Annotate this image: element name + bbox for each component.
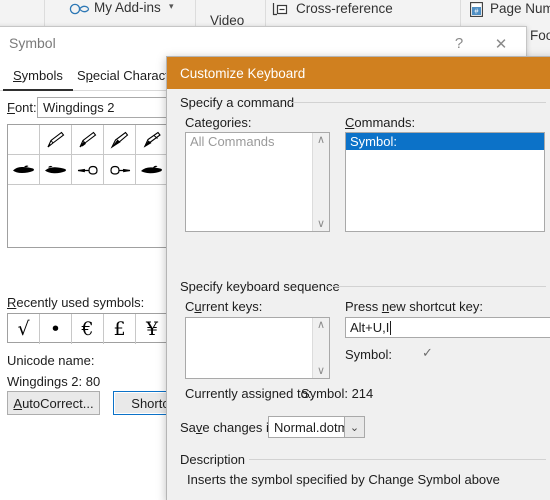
symbol-grid[interactable] bbox=[7, 124, 328, 248]
pen-icon bbox=[110, 131, 128, 149]
unicode-name-value: Wingdings 2: 80 bbox=[7, 374, 101, 389]
commands-listbox[interactable]: Symbol: bbox=[345, 132, 545, 232]
customize-keyboard-title: Customize Keyboard bbox=[180, 65, 306, 81]
ribbon-item-label: Cross-reference bbox=[296, 1, 393, 16]
ribbon-item-label: My Add-ins bbox=[94, 0, 161, 15]
current-keys-scrollbar[interactable]: ∧ ∨ bbox=[312, 318, 329, 378]
font-value: Wingdings 2 bbox=[43, 100, 115, 115]
unicode-name-label: Unicode name: bbox=[7, 353, 95, 368]
svg-text:#: # bbox=[475, 9, 479, 16]
symbol-cell-pencil-4[interactable] bbox=[136, 125, 168, 155]
commands-label: Commands: bbox=[345, 115, 416, 130]
specify-command-group-label: Specify a command bbox=[180, 95, 301, 110]
tab-symbols[interactable]: Symbols bbox=[3, 61, 73, 91]
hand-pointing-icon bbox=[141, 165, 162, 173]
press-new-shortcut-label: Press new shortcut key: bbox=[345, 299, 484, 314]
font-row: Font: bbox=[7, 100, 37, 115]
save-changes-value: Normal.dotm bbox=[274, 419, 349, 435]
hand-pointing-right-icon bbox=[44, 165, 66, 173]
scroll-down-icon[interactable]: ∨ bbox=[317, 217, 325, 231]
group-divider bbox=[291, 102, 546, 103]
autocorrect-button[interactable]: AutoCorrect... bbox=[7, 391, 100, 415]
ribbon-item-cross-reference[interactable]: Cross-reference bbox=[272, 1, 452, 21]
font-label: Font: bbox=[7, 100, 37, 115]
ribbon-item-footer[interactable]: Foo bbox=[530, 28, 550, 43]
save-changes-label: Save changes in: bbox=[180, 420, 280, 435]
scroll-up-icon[interactable]: ∧ bbox=[317, 133, 325, 147]
categories-scrollbar[interactable]: ∧ ∨ bbox=[312, 133, 329, 231]
ribbon-item-page-number[interactable]: # Page Numb bbox=[470, 1, 550, 21]
scroll-up-icon[interactable]: ∧ bbox=[317, 318, 325, 332]
press-new-shortcut-input[interactable]: Alt+U,I bbox=[345, 317, 550, 338]
chevron-down-icon[interactable]: ⌄ bbox=[344, 417, 364, 437]
ribbon-item-label: Foo bbox=[530, 28, 550, 43]
symbol-dialog-title: Symbol bbox=[9, 35, 56, 51]
specify-sequence-group-label: Specify keyboard sequence bbox=[180, 279, 346, 294]
recent-symbol-bullet[interactable]: • bbox=[40, 314, 72, 344]
ribbon-item-my-add-ins[interactable]: My Add-ins ▾ bbox=[47, 0, 187, 20]
recent-symbol-yen[interactable]: ¥ bbox=[136, 314, 168, 344]
font-select[interactable]: Wingdings 2 bbox=[37, 97, 167, 118]
recent-symbol-euro[interactable]: € bbox=[72, 314, 104, 344]
customize-keyboard-dialog: Customize Keyboard Specify a command Cat… bbox=[166, 56, 550, 500]
press-new-shortcut-value: Alt+U,I bbox=[350, 320, 390, 335]
symbol-cell-empty[interactable] bbox=[8, 125, 40, 155]
scroll-down-icon[interactable]: ∨ bbox=[317, 364, 325, 378]
save-changes-select[interactable]: Normal.dotm ⌄ bbox=[268, 416, 365, 438]
symbol-cell-pencil-2[interactable] bbox=[72, 125, 104, 155]
symbol-cell-hand-right-outline[interactable] bbox=[104, 155, 136, 185]
categories-listbox[interactable]: All Commands ∧ ∨ bbox=[185, 132, 330, 232]
symbol-preview-label: Symbol: bbox=[345, 347, 392, 362]
ribbon-item-label: Page Numb bbox=[490, 1, 550, 16]
screen: My Add-ins ▾ Video Cross-reference # Pag… bbox=[0, 0, 550, 500]
currently-assigned-value: Symbol: 214 bbox=[301, 386, 374, 401]
symbol-cell-hand-point-solid[interactable] bbox=[136, 155, 168, 185]
symbol-cell-hand-left-solid[interactable] bbox=[8, 155, 40, 185]
recently-used-symbols-label: Recently used symbols: bbox=[7, 295, 145, 310]
symbol-preview-glyph: ✓ bbox=[422, 345, 433, 360]
autocorrect-label: AutoCorrect... bbox=[13, 395, 94, 411]
chevron-down-icon[interactable]: ▾ bbox=[169, 1, 174, 12]
addins-icon bbox=[69, 3, 90, 15]
currently-assigned-label: Currently assigned to: bbox=[185, 386, 312, 401]
text-caret bbox=[390, 320, 392, 335]
tab-label: Symbols bbox=[13, 67, 63, 83]
hand-pointing-left-icon bbox=[12, 164, 34, 173]
description-group-label: Description bbox=[180, 452, 252, 467]
symbol-cell-hand-left-outline[interactable] bbox=[72, 155, 104, 185]
categories-label: Categories: bbox=[185, 115, 252, 130]
pencil-icon bbox=[79, 131, 96, 147]
group-divider bbox=[249, 459, 546, 460]
customize-keyboard-titlebar: Customize Keyboard bbox=[167, 57, 550, 89]
recent-symbol-radical[interactable]: √ bbox=[8, 314, 40, 344]
hand-outline-right-icon bbox=[109, 165, 130, 175]
pencil-icon bbox=[47, 131, 64, 147]
symbol-cell-hand-right-solid[interactable] bbox=[40, 155, 72, 185]
current-keys-listbox[interactable]: ∧ ∨ bbox=[185, 317, 330, 379]
recent-symbol-pound[interactable]: £ bbox=[104, 314, 136, 344]
symbol-cell-pencil-3[interactable] bbox=[104, 125, 136, 155]
list-item[interactable]: All Commands bbox=[186, 133, 329, 150]
hand-outline-left-icon bbox=[77, 165, 98, 175]
list-item[interactable]: Symbol: bbox=[346, 133, 544, 150]
page-number-icon: # bbox=[470, 2, 483, 17]
symbol-cell-pencil-1[interactable] bbox=[40, 125, 72, 155]
cross-reference-icon bbox=[272, 3, 288, 16]
customize-keyboard-body: Specify a command Categories: All Comman… bbox=[167, 89, 550, 500]
current-keys-label: Current keys: bbox=[185, 299, 263, 314]
group-divider bbox=[327, 286, 546, 287]
description-text: Inserts the symbol specified by Change S… bbox=[187, 472, 500, 487]
recently-used-symbols-grid[interactable]: √ • € £ ¥ bbox=[7, 313, 169, 344]
pen-icon bbox=[143, 131, 161, 148]
